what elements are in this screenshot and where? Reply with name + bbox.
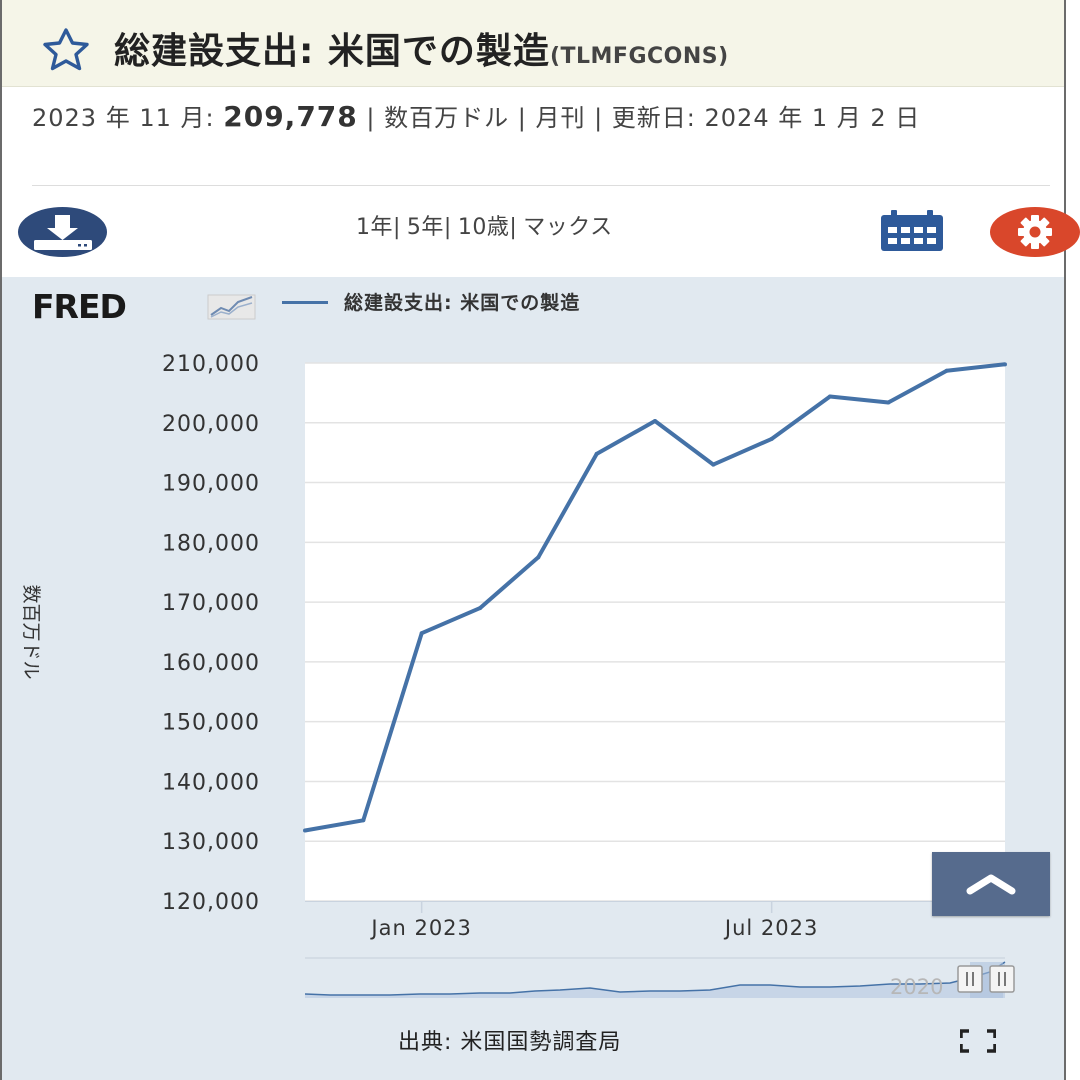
data-point [653,418,657,423]
data-point [478,606,482,611]
navigator-year-label: 2020 [890,975,943,999]
y-tick-label: 160,000 [162,651,260,676]
y-tick-label: 190,000 [162,472,260,497]
y-tick-label: 170,000 [162,591,260,616]
navigator-handle [989,965,1015,993]
data-point [594,451,599,456]
data-point [419,631,424,636]
y-tick-label: 130,000 [162,830,260,855]
data-point [711,462,716,467]
data-point [769,436,774,441]
scroll-to-top-button[interactable] [932,852,1050,916]
fullscreen-icon[interactable] [960,1029,996,1053]
navigator-handle [957,965,983,993]
y-tick-label: 210,000 [162,352,260,377]
chevron-up-icon [966,874,1016,895]
data-point [361,818,366,823]
y-tick-label: 150,000 [162,711,260,736]
x-tick-label: Jan 2023 [369,916,472,940]
y-tick-label: 180,000 [162,531,260,556]
source-label: 出典: 米国国勢調査局 [398,1030,622,1055]
data-point [303,828,307,833]
plot-area [305,363,1005,901]
y-tick-label: 140,000 [162,770,260,795]
data-point [828,394,832,399]
data-point [886,400,891,405]
x-tick-label: Jul 2023 [723,916,818,940]
y-tick-label: 200,000 [162,412,260,437]
data-point [944,368,949,373]
line-chart: 120,000 130,000 140,000 150,000 160,000 170,0… [20,352,1015,1000]
data-point [1003,362,1007,367]
y-axis-label: 数百万ドル [20,584,42,679]
y-tick-label: 120,000 [162,890,260,915]
data-point [536,555,541,560]
